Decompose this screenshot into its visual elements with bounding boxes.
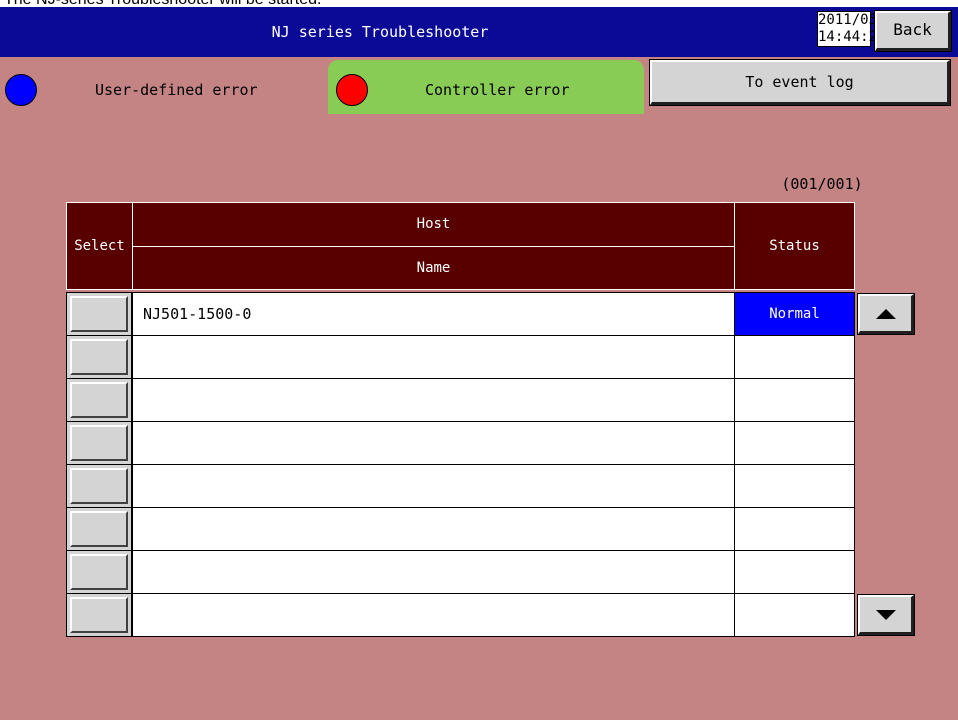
triangle-down-icon	[875, 609, 896, 620]
row-name	[132, 335, 735, 379]
page-counter: (001/001)	[781, 175, 863, 193]
row-name	[132, 550, 735, 594]
clock-time: 14:44:20	[818, 29, 886, 45]
header-name: Name	[132, 246, 735, 290]
row-status: Normal	[734, 292, 855, 336]
scroll-down-button[interactable]	[857, 594, 915, 636]
tab-user-defined-error[interactable]: User-defined error	[2, 60, 322, 114]
row-select-button[interactable]	[66, 421, 132, 465]
red-indicator-icon	[336, 74, 368, 106]
header-status: Status	[734, 202, 855, 290]
blue-indicator-icon	[5, 74, 37, 106]
row-name	[132, 507, 735, 551]
row-status	[734, 378, 855, 422]
row-status	[734, 550, 855, 594]
tab-user-defined-error-label: User-defined error	[95, 81, 258, 99]
troubleshooter-screen: NJ series Troubleshooter 2011/05/26 14:4…	[0, 7, 958, 720]
window-title: NJ series Troubleshooter	[271, 23, 489, 41]
title-bar: NJ series Troubleshooter 2011/05/26 14:4…	[0, 7, 958, 57]
triangle-up-icon	[875, 308, 896, 319]
clock-display: 2011/05/26 14:44:20	[817, 11, 903, 47]
row-select-button[interactable]	[66, 550, 132, 594]
back-button[interactable]: Back	[874, 10, 952, 52]
row-select-button[interactable]	[66, 378, 132, 422]
row-name	[132, 421, 735, 465]
row-select-button[interactable]	[66, 335, 132, 379]
row-status	[734, 593, 855, 637]
header-select: Select	[66, 202, 133, 290]
row-name	[132, 378, 735, 422]
to-event-log-button[interactable]: To event log	[649, 59, 951, 106]
tab-controller-error[interactable]: Controller error	[328, 60, 644, 114]
row-status	[734, 464, 855, 508]
header-host: Host	[132, 202, 735, 247]
row-name: NJ501-1500-0	[132, 292, 735, 336]
row-select-button[interactable]	[66, 593, 132, 637]
clock-date: 2011/05/26	[818, 12, 903, 28]
row-select-button[interactable]	[66, 507, 132, 551]
row-status	[734, 421, 855, 465]
row-name	[132, 593, 735, 637]
row-status	[734, 507, 855, 551]
row-select-button[interactable]	[66, 292, 132, 336]
row-name	[132, 464, 735, 508]
row-status	[734, 335, 855, 379]
row-select-button[interactable]	[66, 464, 132, 508]
tab-controller-error-label: Controller error	[425, 81, 570, 99]
scroll-up-button[interactable]	[857, 293, 915, 335]
